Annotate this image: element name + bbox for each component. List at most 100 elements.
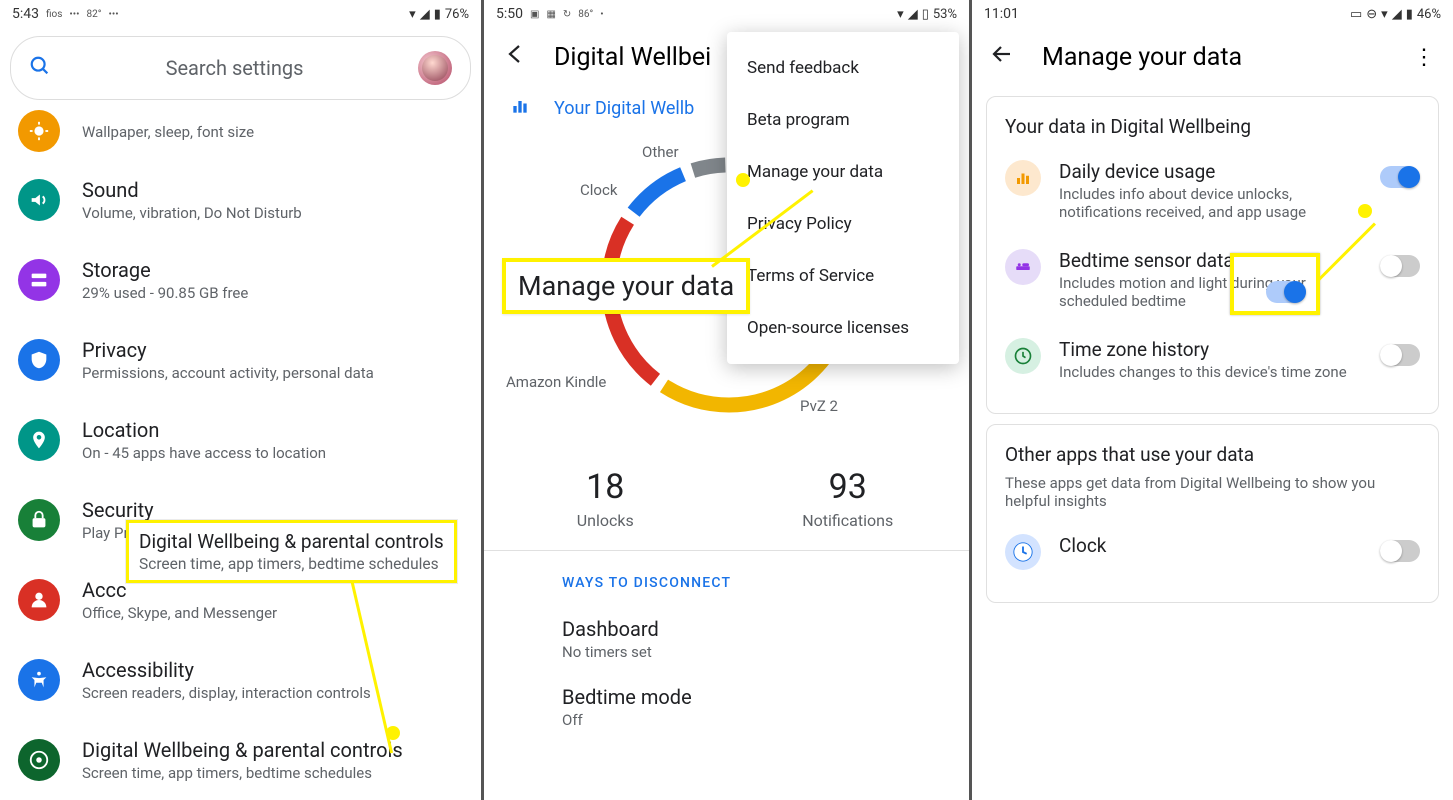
row-title: Digital Wellbeing & parental controls — [82, 738, 403, 762]
row-bedtime[interactable]: Bedtime mode Off — [484, 673, 969, 741]
search-placeholder: Search settings — [65, 56, 404, 80]
status-dots: ••• — [69, 9, 79, 20]
row-sub: Volume, vibration, Do Not Disturb — [82, 204, 302, 222]
status-bar: 11:01 ▭ ⊖ ▾ ◢ ▮ 46% — [972, 0, 1453, 28]
bar-chart-icon — [1005, 160, 1041, 196]
bed-icon — [1005, 249, 1041, 285]
storage-icon — [18, 259, 60, 301]
row-timezone[interactable]: Time zone history Includes changes to th… — [1005, 324, 1420, 395]
battery-icon: ▮ — [1406, 7, 1413, 22]
toggle-daily-usage[interactable] — [1380, 166, 1420, 188]
page-title: Digital Wellbei — [554, 43, 711, 72]
search-bar[interactable]: Search settings — [10, 36, 471, 100]
battery-pct: 53% — [933, 7, 957, 22]
label-pvz: PvZ 2 — [800, 397, 838, 415]
settings-row-privacy[interactable]: Privacy Permissions, account activity, pe… — [0, 320, 481, 400]
card-title: Your data in Digital Wellbeing — [1005, 115, 1420, 138]
leader-dot — [1358, 204, 1372, 218]
avatar[interactable] — [418, 51, 452, 85]
toggle-timezone[interactable] — [1380, 344, 1420, 366]
toggle-clock-app[interactable] — [1380, 540, 1420, 562]
phone-manage-data: 11:01 ▭ ⊖ ▾ ◢ ▮ 46% Manage your data ⋮ Y… — [972, 0, 1453, 800]
row-title: Sound — [82, 178, 302, 202]
label-other: Other — [642, 143, 679, 161]
row-title: Clock — [1059, 534, 1362, 557]
wifi-icon: ▾ — [1381, 7, 1388, 22]
notifications-value: 93 — [727, 467, 970, 507]
accounts-icon — [18, 579, 60, 621]
row-title: Accessibility — [82, 658, 371, 682]
cal-icon: ▦ — [546, 9, 555, 20]
row-title: Location — [82, 418, 326, 442]
menu-tos[interactable]: Terms of Service — [727, 250, 959, 302]
back-icon[interactable] — [502, 42, 526, 72]
toggle-bedtime-sensor[interactable] — [1380, 255, 1420, 277]
callout-sub: Screen time, app timers, bedtime schedul… — [139, 555, 444, 573]
row-clock-app[interactable]: Clock — [1005, 520, 1420, 584]
card-sub: These apps get data from Digital Wellbei… — [1005, 474, 1420, 510]
overflow-icon[interactable]: ⋮ — [1413, 45, 1435, 70]
leader-dot — [386, 726, 400, 740]
menu-privacy[interactable]: Privacy Policy — [727, 198, 959, 250]
row-sub: Wallpaper, sleep, font size — [82, 123, 254, 141]
status-temp: 86° — [578, 9, 593, 20]
display-icon — [18, 110, 60, 152]
row-bedtime-sensor[interactable]: Bedtime sensor data Includes motion and … — [1005, 235, 1420, 324]
phone-settings: 5:43 fios ••• 82° ••• ▾ ◢ ▮ 76% Search s… — [0, 0, 481, 800]
signal-icon: ◢ — [908, 7, 918, 22]
settings-row-accessibility[interactable]: AccessibilityScreen readers, display, in… — [0, 640, 481, 720]
stat-notifications[interactable]: 93 Notifications — [727, 467, 970, 530]
row-daily-usage[interactable]: Daily device usage Includes info about d… — [1005, 146, 1420, 235]
settings-row-storage[interactable]: Storage29% used - 90.85 GB free — [0, 240, 481, 320]
header: Manage your data ⋮ — [972, 28, 1453, 86]
stat-unlocks[interactable]: 18 Unlocks — [484, 467, 727, 530]
phone-wellbeing: 5:50 ▣ ▦ ↻ 86° • ▾ ◢ ▯ 53% Digital Wellb… — [481, 0, 972, 800]
security-icon — [18, 499, 60, 541]
section-label: Your Digital Wellb — [554, 98, 694, 119]
row-title: Privacy — [82, 338, 374, 362]
row-title: Bedtime mode — [562, 685, 891, 709]
unlocks-label: Unlocks — [484, 511, 727, 530]
settings-row-display[interactable]: Wallpaper, sleep, font size — [0, 104, 481, 160]
overflow-menu: Send feedback Beta program Manage your d… — [727, 32, 959, 364]
row-sub: Includes info about device unlocks, noti… — [1059, 185, 1362, 221]
sound-icon — [18, 179, 60, 221]
status-carrier: fios — [46, 9, 62, 20]
card-your-data: Your data in Digital Wellbeing Daily dev… — [986, 96, 1439, 414]
row-sub: Screen time, app timers, bedtime schedul… — [82, 764, 403, 782]
refresh-icon: ↻ — [563, 9, 571, 20]
accessibility-icon — [18, 659, 60, 701]
wifi-icon: ▾ — [409, 7, 416, 22]
battery-pct: 46% — [1417, 7, 1441, 22]
dnd-icon: ⊖ — [1366, 7, 1377, 22]
row-title: Dashboard — [562, 617, 891, 641]
menu-beta[interactable]: Beta program — [727, 94, 959, 146]
battery-icon: ▮ — [434, 7, 441, 22]
ways-header: WAYS TO DISCONNECT — [484, 551, 969, 605]
clock-icon — [1005, 338, 1041, 374]
label-clock: Clock — [580, 181, 617, 199]
page-title: Manage your data — [1042, 43, 1242, 72]
settings-row-sound[interactable]: Sound Volume, vibration, Do Not Disturb — [0, 160, 481, 240]
status-time: 5:43 — [12, 6, 39, 22]
label-kindle: Amazon Kindle — [506, 373, 606, 391]
signal-icon: ◢ — [1392, 7, 1402, 22]
settings-row-location[interactable]: LocationOn - 45 apps have access to loca… — [0, 400, 481, 480]
back-icon[interactable] — [990, 42, 1014, 72]
status-dots2: ••• — [109, 9, 119, 20]
row-title: Security — [82, 498, 320, 522]
battery-pct: 76% — [445, 7, 469, 22]
menu-feedback[interactable]: Send feedback — [727, 42, 959, 94]
row-sub: Permissions, account activity, personal … — [82, 364, 374, 382]
menu-oss[interactable]: Open-source licenses — [727, 302, 959, 354]
menu-manage-data[interactable]: Manage your data — [727, 146, 959, 198]
row-dashboard[interactable]: Dashboard No timers set — [484, 605, 969, 673]
status-bar: 5:50 ▣ ▦ ↻ 86° • ▾ ◢ ▯ 53% — [484, 0, 969, 28]
leader-dot — [736, 173, 750, 187]
row-title: Daily device usage — [1059, 160, 1362, 183]
status-time: 11:01 — [984, 6, 1019, 22]
settings-row-wellbeing[interactable]: Digital Wellbeing & parental controls Scr… — [0, 720, 481, 800]
wifi-icon: ▾ — [897, 7, 904, 22]
row-title: Bedtime sensor data — [1059, 249, 1362, 272]
dot: • — [600, 9, 603, 20]
